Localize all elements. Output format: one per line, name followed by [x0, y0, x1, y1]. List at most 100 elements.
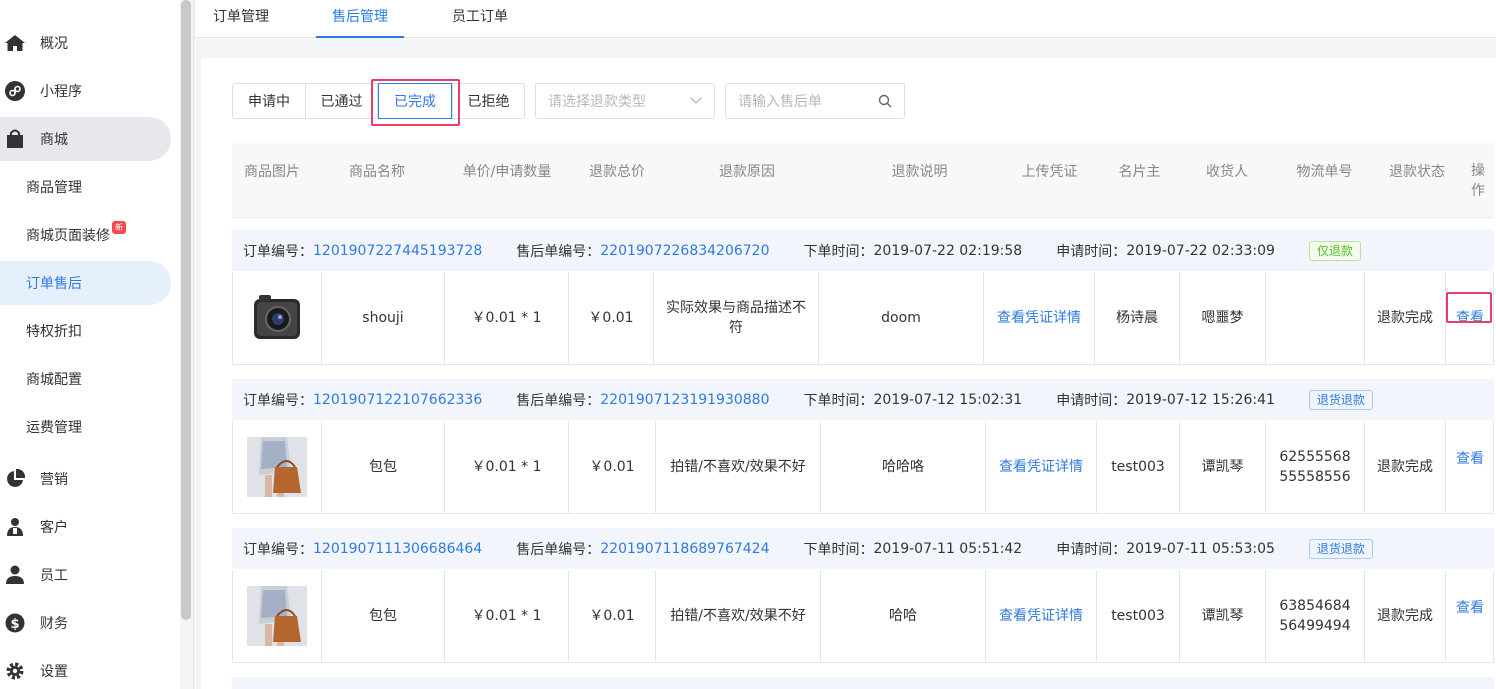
bag-product-image — [247, 437, 307, 497]
logistics-no — [1266, 272, 1365, 364]
header-card-owner: 名片主 — [1118, 163, 1161, 180]
dollar-icon: $ — [4, 612, 26, 634]
price-qty: ￥0.01 * 1 — [445, 570, 569, 662]
refund-type-badge: 退货退款 — [1308, 389, 1373, 410]
user-icon — [4, 564, 26, 586]
header-refund-reason: 退款原因 — [719, 163, 775, 180]
sidebar-item-finance[interactable]: $ 财务 — [0, 601, 68, 645]
order-no[interactable]: 1201907111306686464 — [313, 541, 482, 557]
aftersale-no[interactable]: 2201907226834206720 — [600, 243, 769, 259]
product-image — [233, 421, 322, 513]
sidebar-item-mall[interactable]: 商城 — [0, 117, 171, 161]
sidebar-item-shipping[interactable]: 运费管理 — [0, 405, 82, 449]
header-logistics-no: 物流单号 — [1296, 163, 1353, 180]
sidebar-item-mall-config[interactable]: 商城配置 — [0, 357, 82, 401]
sidebar-item-marketing[interactable]: 营销 — [0, 457, 68, 501]
sidebar-item-label: 设置 — [40, 664, 68, 680]
table-row: 包包 ￥0.01 * 1 ￥0.01 拍错/不喜欢/效果不好 哈哈咯 查看凭证详… — [232, 421, 1494, 514]
home-icon — [4, 32, 26, 54]
product-image — [233, 272, 322, 364]
gear-icon — [4, 660, 26, 682]
aftersale-no[interactable]: 2201907123191930880 — [600, 392, 769, 408]
apply-time: 2019-07-22 02:33:09 — [1126, 242, 1275, 259]
refund-type-badge: 仅退款 — [1308, 240, 1361, 261]
header-product-image: 商品图片 — [244, 163, 300, 180]
new-badge: 新 — [112, 220, 126, 234]
table-row: shouji ￥0.01 * 1 ￥0.01 实际效果与商品描述不符 doom … — [232, 272, 1494, 365]
shopping-bag-icon — [4, 128, 26, 150]
order-time-label: 下单时间： — [803, 392, 874, 409]
sidebar-item-settings[interactable]: 设置 — [0, 649, 68, 689]
card-owner: 杨诗晨 — [1095, 272, 1180, 364]
product-image — [233, 570, 322, 662]
aftersale-no-label: 售后单编号： — [516, 541, 601, 558]
refund-description: 哈哈 — [821, 570, 986, 662]
tab-staff-orders[interactable]: 员工订单 — [452, 0, 508, 38]
view-voucher-link[interactable]: 查看凭证详情 — [986, 570, 1097, 662]
search-input[interactable]: 请输入售后单 — [725, 83, 905, 119]
sidebar-item-staff[interactable]: 员工 — [0, 553, 68, 597]
filter-pending[interactable]: 申请中 — [232, 83, 306, 119]
refund-type-select[interactable]: 请选择退款类型 — [535, 83, 715, 119]
sidebar-item-label: 营销 — [40, 472, 68, 488]
refund-reason: 拍错/不喜欢/效果不好 — [656, 421, 821, 513]
sidebar-item-privilege-discount[interactable]: 特权折扣 — [0, 309, 82, 353]
pie-chart-icon — [4, 468, 26, 490]
sidebar-item-label: 客户 — [40, 520, 68, 536]
view-button[interactable]: 查看 — [1446, 570, 1494, 662]
view-voucher-link[interactable]: 查看凭证详情 — [984, 272, 1095, 364]
apply-time-label: 申请时间： — [1056, 243, 1127, 260]
order-header — [232, 677, 1494, 689]
sidebar-item-overview[interactable]: 概况 — [0, 21, 68, 65]
order-no-label: 订单编号： — [243, 541, 313, 558]
refund-status: 退款完成 — [1365, 272, 1446, 364]
aftersale-no[interactable]: 2201907118689767424 — [600, 541, 769, 557]
order-no[interactable]: 1201907122107662336 — [313, 392, 482, 408]
refund-total: ￥0.01 — [569, 272, 654, 364]
apply-time: 2019-07-12 15:26:41 — [1126, 391, 1275, 408]
sidebar-item-label: 财务 — [40, 616, 68, 632]
filter-rejected[interactable]: 已拒绝 — [452, 83, 525, 119]
bag-product-image — [247, 586, 307, 646]
receiver: 谭凯琴 — [1180, 570, 1266, 662]
sidebar-item-label: 商城页面装修 — [26, 228, 110, 244]
tab-aftersale-management[interactable]: 售后管理 — [316, 0, 404, 38]
svg-text:$: $ — [10, 617, 19, 632]
search-icon[interactable] — [878, 94, 892, 112]
sidebar-item-product-management[interactable]: 商品管理 — [0, 165, 82, 209]
apply-time-label: 申请时间： — [1056, 541, 1127, 558]
refund-status: 退款完成 — [1365, 570, 1446, 662]
product-name: shouji — [322, 272, 445, 364]
receiver: 谭凯琴 — [1180, 421, 1266, 513]
sidebar-item-page-decoration[interactable]: 商城页面装修 新 — [0, 213, 126, 257]
refund-description: 哈哈咯 — [821, 421, 986, 513]
camera-product-image — [254, 295, 300, 339]
sidebar-item-label: 特权折扣 — [26, 324, 82, 340]
price-qty: ￥0.01 * 1 — [445, 272, 569, 364]
sidebar-item-mini-program[interactable]: 小程序 — [0, 69, 82, 113]
tab-order-management[interactable]: 订单管理 — [213, 0, 269, 38]
sidebar-item-label: 商城 — [40, 132, 68, 148]
filter-approved[interactable]: 已通过 — [305, 83, 378, 119]
refund-total: ￥0.01 — [569, 421, 656, 513]
sidebar-item-order-aftersale[interactable]: 订单售后 — [0, 261, 171, 305]
sidebar-item-label: 运费管理 — [26, 420, 82, 436]
product-name: 包包 — [322, 570, 445, 662]
order-no-label: 订单编号： — [243, 392, 313, 409]
order-no[interactable]: 1201907227445193728 — [313, 243, 482, 259]
logistics-no: 6385468456499494 — [1266, 570, 1365, 662]
sidebar-item-customer[interactable]: 客户 — [0, 505, 68, 549]
refund-total: ￥0.01 — [569, 570, 656, 662]
order-no-label: 订单编号： — [243, 243, 313, 260]
sidebar-scrollbar[interactable] — [181, 0, 191, 620]
logistics-no: 6255556855558556 — [1266, 421, 1365, 513]
aftersale-no-label: 售后单编号： — [516, 392, 601, 409]
table-row: 包包 ￥0.01 * 1 ￥0.01 拍错/不喜欢/效果不好 哈哈 查看凭证详情… — [232, 570, 1494, 663]
view-button[interactable]: 查看 — [1446, 421, 1494, 513]
apply-time-label: 申请时间： — [1056, 392, 1127, 409]
order-header: 订单编号： 1201907122107662336 售后单编号： 2201907… — [232, 379, 1494, 420]
order-header: 订单编号： 1201907111306686464 售后单编号： 2201907… — [232, 528, 1494, 569]
receiver: 嗯噩梦 — [1180, 272, 1266, 364]
view-voucher-link[interactable]: 查看凭证详情 — [986, 421, 1097, 513]
refund-description: doom — [819, 272, 984, 364]
